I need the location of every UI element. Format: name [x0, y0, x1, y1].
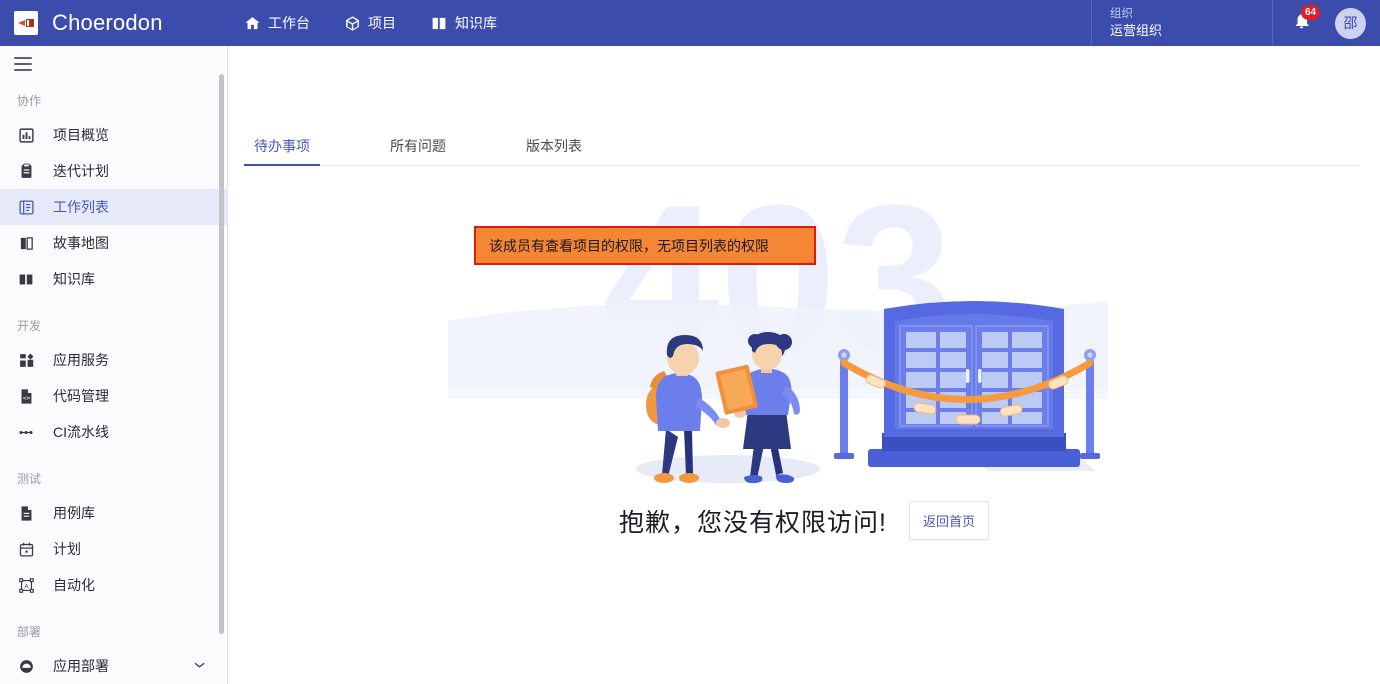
tab-bar: 待办事项 所有问题 版本列表 [244, 132, 1360, 166]
sidebar-item-label: 工作列表 [53, 199, 109, 215]
file-text-icon [17, 504, 35, 522]
topnav-item-project[interactable]: 项目 [344, 0, 396, 46]
home-icon [244, 15, 261, 32]
organization-value: 运营组织 [1110, 23, 1163, 38]
topnav-label: 工作台 [268, 15, 310, 31]
sidebar-item-label: 自动化 [53, 577, 95, 593]
sidebar-item-app-deploy[interactable]: 应用部署 [0, 648, 227, 684]
sidebar-group-title: 开发 [17, 319, 42, 333]
topnav-label: 知识库 [455, 15, 497, 31]
calendar-icon [17, 540, 35, 558]
sidebar-item-code-management[interactable]: <> 代码管理 [0, 378, 227, 414]
sidebar-item-label: 用例库 [53, 505, 95, 521]
book-open-icon [17, 270, 35, 288]
sidebar-item-label: 迭代计划 [53, 163, 109, 179]
code-file-icon: <> [17, 387, 35, 405]
dots-pipeline-icon [17, 423, 35, 441]
brand[interactable]: Choerodon [0, 0, 228, 46]
brand-name: Choerodon [52, 10, 163, 35]
sidebar-item-project-overview[interactable]: 项目概览 [0, 117, 227, 153]
sidebar-item-case-library[interactable]: 用例库 [0, 495, 227, 531]
sidebar-item-label: 知识库 [53, 271, 95, 287]
top-header: Choerodon 工作台 项目 知识库 组织 运营组织 64 邵 [0, 0, 1380, 46]
organization-label: 组织 [1110, 8, 1133, 20]
sidebar-item-test-plan[interactable]: 计划 [0, 531, 227, 567]
sidebar-item-sprint-plan[interactable]: 迭代计划 [0, 153, 227, 189]
list-document-icon [17, 198, 35, 216]
sidebar-scrollbar[interactable] [219, 74, 224, 634]
tab-todo[interactable]: 待办事项 [244, 136, 320, 166]
chart-bar-icon [17, 126, 35, 144]
map-icon [17, 234, 35, 252]
sidebar-item-label: 应用服务 [53, 352, 109, 368]
sidebar-item-label: 应用部署 [53, 658, 109, 674]
error-message-row: 抱歉，您没有权限访问! 返回首页 [228, 501, 1380, 540]
clipboard-icon [17, 162, 35, 180]
sidebar-item-label: 计划 [53, 541, 81, 557]
sidebar-group-title: 测试 [17, 472, 42, 486]
error-message: 抱歉，您没有权限访问! [619, 508, 887, 537]
automation-frame-icon: A [17, 576, 35, 594]
tab-version-list[interactable]: 版本列表 [520, 136, 588, 165]
topnav-item-knowledge[interactable]: 知识库 [430, 0, 497, 46]
sidebar-item-label: CI流水线 [53, 424, 109, 440]
back-home-button[interactable]: 返回首页 [908, 501, 989, 540]
sidebar-item-work-list[interactable]: 工作列表 [0, 189, 227, 225]
svg-text:<>: <> [22, 394, 30, 402]
grid-apps-icon [17, 351, 35, 369]
topnav-label: 项目 [368, 15, 396, 31]
header-spacer [497, 0, 1091, 46]
permission-annotation-callout: 该成员有查看项目的权限，无项目列表的权限 [474, 226, 816, 265]
sidebar-item-app-service[interactable]: 应用服务 [0, 342, 227, 378]
choerodon-logo-icon [14, 11, 38, 35]
sidebar-group-title: 部署 [17, 625, 42, 639]
book-icon [430, 15, 448, 32]
svg-text:A: A [24, 583, 29, 590]
top-navigation: 工作台 项目 知识库 [244, 0, 497, 46]
notification-badge: 64 [1301, 5, 1321, 20]
organization-switcher[interactable]: 组织 运营组织 [1091, 0, 1273, 46]
sidebar: 协作 项目概览 迭代计划 工作列表 故事地图 知识库 开发 应用服务 <> 代码… [0, 46, 228, 684]
avatar[interactable]: 邵 [1335, 7, 1366, 39]
chevron-down-icon[interactable] [194, 660, 205, 672]
sidebar-group-title: 协作 [17, 94, 42, 108]
topnav-item-workbench[interactable]: 工作台 [244, 0, 310, 46]
sidebar-item-label: 故事地图 [53, 235, 109, 251]
sidebar-item-label: 项目概览 [53, 127, 109, 143]
sidebar-item-automation[interactable]: A 自动化 [0, 567, 227, 603]
main-content: 待办事项 所有问题 版本列表 403 该成员有查看项目的权限，无项目列表的权限 … [228, 46, 1380, 684]
sidebar-item-knowledge-base[interactable]: 知识库 [0, 261, 227, 297]
cube-icon [344, 15, 361, 32]
sidebar-item-label: 代码管理 [53, 388, 109, 404]
cloud-deploy-icon [17, 657, 35, 675]
notification-button[interactable]: 64 [1273, 0, 1329, 46]
tab-all-issues[interactable]: 所有问题 [384, 136, 452, 165]
hamburger-icon[interactable] [0, 46, 227, 82]
sidebar-item-story-map[interactable]: 故事地图 [0, 225, 227, 261]
app-root: Choerodon 工作台 项目 知识库 组织 运营组织 64 邵 协作 项目概… [0, 0, 1380, 684]
sidebar-item-ci-pipeline[interactable]: CI流水线 [0, 414, 227, 450]
